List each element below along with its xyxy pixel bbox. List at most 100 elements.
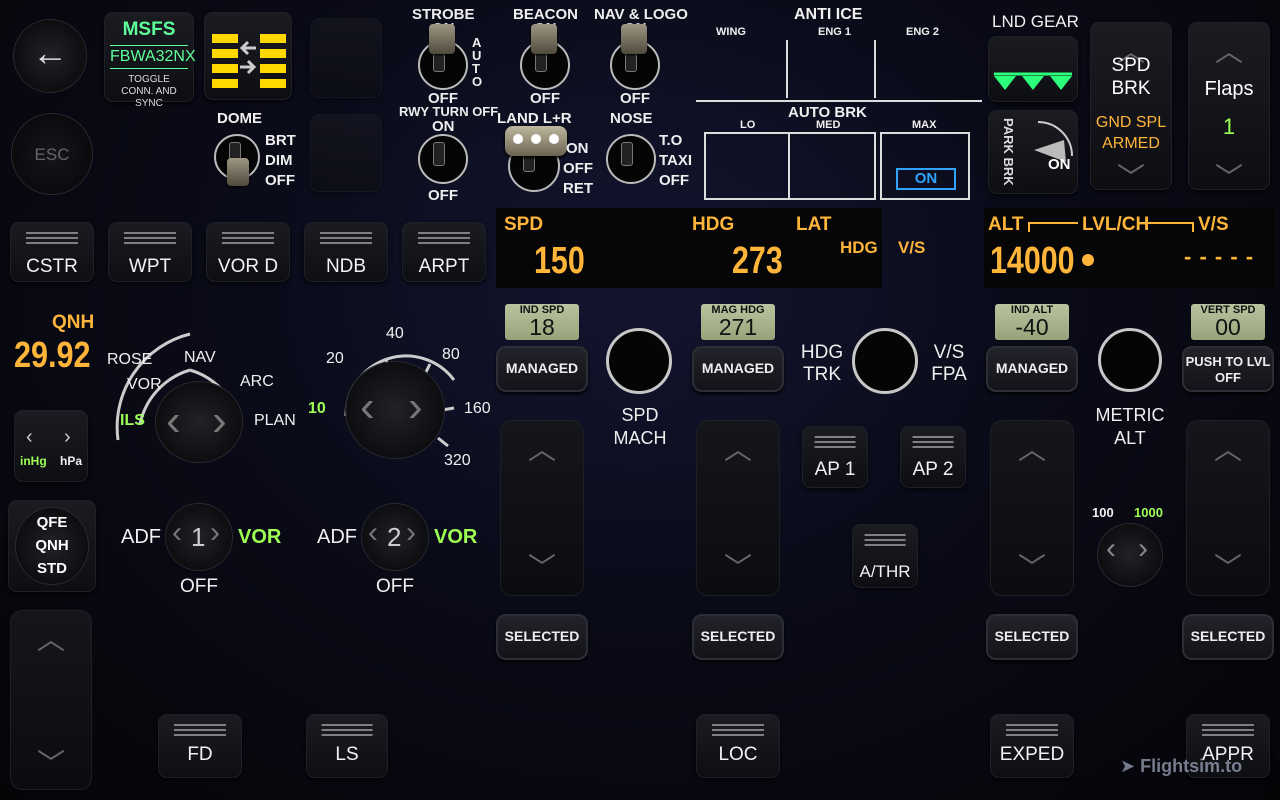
vs-down-chevron-icon[interactable]: ﹀ — [1214, 546, 1242, 586]
ap1-button[interactable]: AP 1 — [802, 426, 868, 488]
gear-sync-button[interactable] — [204, 12, 292, 100]
blank-button-1[interactable] — [310, 18, 382, 98]
hdg-arrow-pad[interactable]: ︿ ﹀ — [696, 420, 780, 596]
lower-left-arrow-pad[interactable]: ︿ ﹀ — [10, 610, 92, 790]
cstr-button[interactable]: CSTR — [10, 222, 94, 282]
wpt-button[interactable]: WPT — [108, 222, 192, 282]
anti-ice-eng1-button[interactable] — [786, 40, 876, 98]
mag-hdg-window: MAG HDG 271 — [701, 304, 775, 340]
sync-arrows-icon — [212, 34, 286, 88]
land-label: LAND L+R — [497, 110, 572, 127]
land-lever — [505, 126, 567, 156]
anti-ice-wing-button[interactable] — [700, 40, 780, 98]
baro-left-chevron-icon: ‹ — [26, 426, 33, 448]
fcu-speed-heading-display: SPD 150 HDG 273 LAT HDG — [496, 208, 882, 288]
flaps-down-chevron-icon[interactable]: ﹀ — [1215, 156, 1243, 196]
fcu-altitude-display: ALT LVL/CH V/S 14000 - - - - - — [984, 208, 1274, 288]
spd-mach-button[interactable] — [606, 328, 672, 394]
qnh-value: 29.92 — [14, 334, 91, 375]
vord-button[interactable]: VOR D — [206, 222, 290, 282]
spd-up-chevron-icon[interactable]: ︿ — [528, 428, 556, 468]
spd-brk-down-chevron-icon[interactable]: ﹀ — [1117, 156, 1145, 196]
baro-ref-selector[interactable]: QFE QNH STD — [8, 500, 96, 592]
nd-mode-right-chevron-icon: › — [212, 396, 227, 445]
alt-arrow-pad[interactable]: ︿ ﹀ — [990, 420, 1074, 596]
hdg-selected-button[interactable]: SELECTED — [692, 614, 784, 660]
autobrk-med-button[interactable] — [792, 134, 874, 198]
flaps-panel[interactable]: ︿ Flaps 1 ﹀ — [1188, 22, 1270, 193]
ind-alt-window: IND ALT -40 — [995, 304, 1069, 340]
baro-right-chevron-icon: › — [64, 426, 71, 448]
alt-managed-button[interactable]: MANAGED — [986, 346, 1078, 392]
down-chevron-icon[interactable]: ﹀ — [37, 742, 65, 782]
loc-button[interactable]: LOC — [696, 714, 780, 778]
fcu-vs-value: - - - - - — [1184, 244, 1255, 269]
msfs-connect-button[interactable]: MSFS FBWA32NX TOGGLE CONN. AND SYNC — [104, 12, 196, 109]
vs-arrow-pad[interactable]: ︿ ﹀ — [1186, 420, 1270, 596]
nd-range-left-chevron-icon: ‹ — [360, 382, 375, 431]
park-brake-button[interactable]: PARK BRK ON — [988, 110, 1078, 194]
fcu-altitude-value: 14000 — [990, 240, 1075, 282]
ndb-button[interactable]: NDB — [304, 222, 388, 282]
autobrk-max-on-indicator: ON — [896, 168, 956, 190]
rwy-turnoff-switch[interactable] — [418, 134, 468, 184]
lnd-gear-label: LND GEAR — [992, 12, 1079, 31]
gear-down-triangles-icon — [994, 72, 1072, 90]
speed-brake-panel[interactable]: ︿ SPD BRK GND SPL ARMED ﹀ — [1090, 22, 1172, 193]
qnh-label: QNH — [52, 312, 95, 333]
blank-button-2[interactable] — [310, 114, 382, 192]
nav2-selector-knob[interactable]: ‹ 2 › — [362, 504, 428, 570]
esc-button[interactable]: ESC — [12, 114, 92, 194]
hdg-managed-button[interactable]: MANAGED — [692, 346, 784, 392]
exped-button[interactable]: EXPED — [990, 714, 1074, 778]
alt-down-chevron-icon[interactable]: ﹀ — [1018, 546, 1046, 586]
park-brake-lever-icon — [1034, 121, 1073, 162]
ind-spd-window: IND SPD 18 — [505, 304, 579, 340]
nose-label: NOSE — [610, 110, 653, 127]
nd-mode-left-chevron-icon: ‹ — [166, 396, 181, 445]
arpt-button[interactable]: ARPT — [402, 222, 486, 282]
nd-range-knob[interactable]: ‹ › — [346, 362, 444, 458]
hdg-down-chevron-icon[interactable]: ﹀ — [724, 546, 752, 586]
flightsim-watermark: ➤ Flightsim.to — [1120, 756, 1243, 776]
fcu-heading-value: 273 — [732, 240, 783, 282]
vs-up-chevron-icon[interactable]: ︿ — [1214, 428, 1242, 468]
ap2-button[interactable]: AP 2 — [900, 426, 966, 488]
alt-increment-knob[interactable]: ‹ › — [1098, 524, 1162, 586]
hdg-up-chevron-icon[interactable]: ︿ — [724, 428, 752, 468]
dome-label: DOME — [217, 110, 262, 127]
up-chevron-icon[interactable]: ︿ — [37, 618, 65, 658]
nd-mode-knob[interactable]: ‹ › — [156, 382, 242, 462]
dome-lever — [227, 158, 249, 186]
vs-push-lvl-off-button[interactable]: PUSH TO LVL OFF — [1182, 346, 1274, 392]
anti-ice-divider — [696, 100, 982, 102]
back-arrow-icon: ← — [32, 32, 68, 73]
baro-unit-selector[interactable]: ‹ › inHg hPa — [14, 410, 88, 482]
ls-button[interactable]: LS — [306, 714, 388, 778]
anti-ice-eng2-button[interactable] — [880, 40, 970, 98]
fcu-speed-value: 150 — [534, 240, 585, 282]
vert-spd-window: VERT SPD 00 — [1191, 304, 1265, 340]
landing-gear-button[interactable] — [988, 36, 1078, 102]
alt-managed-dot — [1082, 254, 1094, 266]
paper-plane-icon: ➤ — [1120, 756, 1136, 776]
hdg-trk-vs-fpa-button[interactable] — [852, 328, 918, 394]
back-button[interactable]: ← — [14, 20, 86, 92]
alt-up-chevron-icon[interactable]: ︿ — [1018, 428, 1046, 468]
spd-down-chevron-icon[interactable]: ﹀ — [528, 546, 556, 586]
autobrk-max-button[interactable]: ON — [880, 132, 970, 200]
spd-arrow-pad[interactable]: ︿ ﹀ — [500, 420, 584, 596]
spd-selected-button[interactable]: SELECTED — [496, 614, 588, 660]
vs-selected-button[interactable]: SELECTED — [1182, 614, 1274, 660]
anti-ice-title: ANTI ICE — [794, 6, 863, 23]
nav1-selector-knob[interactable]: ‹ 1 › — [166, 504, 232, 570]
metric-alt-button[interactable] — [1098, 328, 1162, 392]
athr-button[interactable]: A/THR — [852, 524, 918, 588]
alt-selected-button[interactable]: SELECTED — [986, 614, 1078, 660]
nose-switch[interactable] — [606, 134, 656, 184]
autobrk-lo-button[interactable] — [706, 134, 790, 198]
rwy-turnoff-label: RWY TURN OFF — [399, 104, 499, 119]
flaps-up-chevron-icon[interactable]: ︿ — [1215, 30, 1243, 70]
fd-button[interactable]: FD — [158, 714, 242, 778]
spd-managed-button[interactable]: MANAGED — [496, 346, 588, 392]
